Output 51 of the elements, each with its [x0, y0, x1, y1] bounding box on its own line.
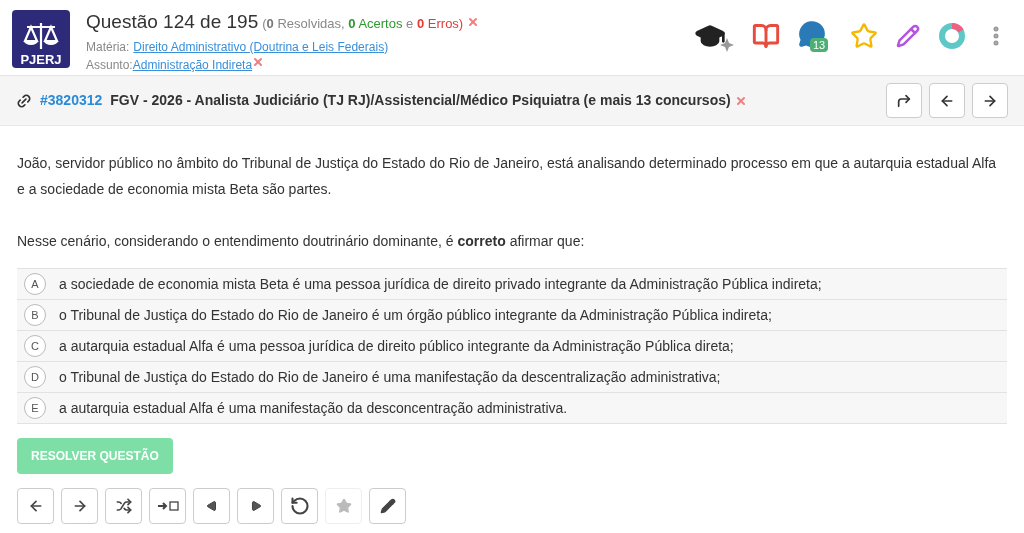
pencil-icon	[379, 498, 396, 514]
close-icon[interactable]	[252, 55, 265, 68]
answer-option[interactable]: A a sociedade de economia mista Beta é uma pessoa jurídica de direito privado integrante da Administração Pública indireta;	[17, 269, 1007, 300]
answer-option[interactable]: B o Tribunal de Justiça do Estado do Rio de Janeiro é um órgão público integrante da Administração Pública indireta;	[17, 300, 1007, 331]
option-letter: D	[24, 366, 46, 388]
jump-button[interactable]	[149, 488, 186, 524]
option-letter: C	[24, 335, 46, 357]
option-text: a autarquia estadual Alfa é uma manifestação da desconcentração administrativa.	[59, 399, 568, 418]
arrow-to-box-icon	[156, 500, 179, 512]
previous-button[interactable]	[929, 83, 965, 118]
subject-link[interactable]: Direito Administrativo (Doutrina e Leis Federais)	[133, 37, 389, 56]
triangle-right-icon	[249, 500, 262, 512]
shuffle-icon	[115, 498, 132, 514]
option-text: o Tribunal de Justiça do Estado do Rio de Janeiro é um órgão público integrante da Administração Pública indireta;	[59, 306, 772, 325]
option-letter: E	[24, 397, 46, 419]
edit-button[interactable]	[369, 488, 406, 524]
redirect-button[interactable]	[886, 83, 922, 118]
option-text: o Tribunal de Justiça do Estado do Rio de Janeiro é uma manifestação da descentralização administrativa;	[59, 368, 721, 387]
subject-label: Matéria:	[86, 38, 130, 56]
book-icon[interactable]	[752, 22, 780, 50]
option-letter: B	[24, 304, 46, 326]
answer-option[interactable]: C a autarquia estadual Alfa é uma pessoa jurídica de direito público integrante da Administração Pública direta;	[17, 331, 1007, 362]
logo-text: PJERJ	[20, 53, 62, 66]
star-icon[interactable]	[850, 22, 878, 50]
option-text: a sociedade de economia mista Beta é uma pessoa jurídica de direito privado integrante da Administração Pública indireta;	[59, 275, 822, 294]
answer-option[interactable]: E a autarquia estadual Alfa é uma manifestação da desconcentração administrativa.	[17, 393, 1007, 424]
exam-title: FGV - 2026 - Analista Judiciário (TJ RJ)/Assistencial/Médico Psiquiatra (e mais 13 concursos)	[110, 91, 731, 110]
question-text: Nesse cenário, considerando o entendimento doutrinário dominante, é correto afirmar que:	[17, 232, 586, 251]
topic-label: Assunto:	[86, 56, 133, 74]
answer-option[interactable]: D o Tribunal de Justiça do Estado do Rio de Janeiro é uma manifestação da descentralização administrativa;	[17, 362, 1007, 393]
pencil-icon[interactable]	[896, 24, 920, 48]
forward-button[interactable]	[237, 488, 274, 524]
reset-button[interactable]	[281, 488, 318, 524]
option-letter: A	[24, 273, 46, 295]
turn-arrow-icon	[896, 92, 912, 109]
reset-icon	[289, 496, 310, 516]
question-title: Questão 124 de 195	[86, 10, 259, 34]
topic-link[interactable]: Administração Indireta	[132, 55, 253, 74]
triangle-left-icon	[205, 500, 218, 512]
question-text: João, servidor público no âmbito do Tribunal de Justiça do Estado do Rio de Janeiro, está analisando determinado processo em que a autarquia estadual Alfa e a sociedade de economia mista Beta são partes.	[17, 154, 998, 199]
close-icon[interactable]	[467, 16, 480, 29]
shuffle-button[interactable]	[105, 488, 142, 524]
next-button[interactable]	[972, 83, 1008, 118]
next-button[interactable]	[61, 488, 98, 524]
comments-badge: 13	[810, 38, 829, 52]
option-text: a autarquia estadual Alfa é uma pessoa jurídica de direito público integrante da Administração Pública direta;	[59, 337, 734, 356]
back-button[interactable]	[193, 488, 230, 524]
donut-chart-icon[interactable]	[938, 22, 966, 50]
star-icon	[335, 498, 352, 514]
prev-button[interactable]	[17, 488, 54, 524]
stats-text: (0 Resolvidas, 0 Acertos e 0 Erros)	[262, 15, 464, 33]
